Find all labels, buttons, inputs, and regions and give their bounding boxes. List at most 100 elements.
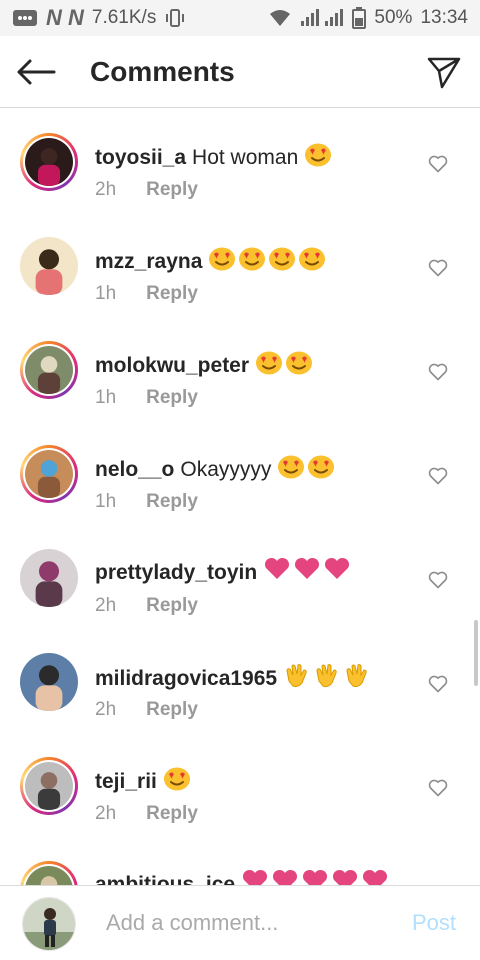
comment-line: molokwu_peter	[95, 349, 313, 382]
pink-heart-emoji-icon	[323, 557, 351, 588]
like-heart-icon[interactable]	[428, 675, 448, 693]
comment-compose-bar: Add a comment... Post	[0, 885, 480, 960]
post-button[interactable]: Post	[412, 910, 456, 936]
heart-eyes-emoji-icon	[268, 245, 296, 278]
back-arrow-icon[interactable]	[16, 58, 56, 86]
clap-emoji-icon	[313, 661, 341, 696]
clap-emoji-group	[283, 661, 371, 696]
pink-heart-emoji-icon	[361, 869, 389, 885]
avatar[interactable]	[20, 861, 78, 885]
comment-input[interactable]: Add a comment...	[106, 910, 278, 936]
avatar[interactable]	[20, 341, 78, 399]
comment-timestamp: 2h	[95, 699, 117, 720]
carrier-marks: N N	[46, 5, 84, 30]
battery-percent: 50%	[374, 7, 413, 28]
comment-username[interactable]: molokwu_peter	[95, 353, 249, 379]
like-heart-icon[interactable]	[428, 571, 448, 589]
wifi-icon	[268, 8, 292, 28]
reply-button[interactable]: Reply	[146, 179, 198, 201]
comment-row[interactable]: teji_rii 2h Reply	[0, 733, 480, 837]
reply-button[interactable]: Reply	[146, 283, 198, 305]
heart-eyes-emoji-group	[255, 349, 313, 382]
comment-row[interactable]: nelo__o Okayyyyy 1h Reply	[0, 421, 480, 525]
comment-line: mzz_rayna	[95, 245, 326, 278]
pink-heart-emoji-icon	[301, 869, 329, 885]
avatar[interactable]	[20, 549, 78, 607]
heart-eyes-emoji-icon	[208, 245, 236, 278]
vibrate-icon	[164, 7, 186, 29]
clock: 13:34	[420, 7, 468, 28]
pink-heart-emoji-icon	[263, 557, 291, 588]
avatar[interactable]	[20, 445, 78, 503]
comment-meta: 1h Reply	[95, 387, 198, 409]
heart-eyes-emoji-icon	[307, 453, 335, 486]
pink-heart-emoji-icon	[293, 557, 321, 588]
reply-button[interactable]: Reply	[146, 803, 198, 825]
comment-line: toyosii_a Hot woman	[95, 141, 332, 174]
reply-button[interactable]: Reply	[146, 595, 198, 617]
comment-timestamp: 1h	[95, 387, 117, 408]
network-speed: 7.61K/s	[91, 7, 157, 28]
heart-eyes-emoji-group	[304, 141, 332, 174]
clap-emoji-icon	[283, 661, 311, 696]
heart-eyes-emoji-icon	[238, 245, 266, 278]
comment-row[interactable]: molokwu_peter 1h Reply	[0, 317, 480, 421]
comment-timestamp: 2h	[95, 803, 117, 824]
comment-line: ambitious_ice	[95, 869, 389, 885]
battery-icon	[352, 7, 367, 29]
comment-meta: 1h Reply	[95, 491, 198, 513]
reply-button[interactable]: Reply	[146, 387, 198, 409]
comment-row[interactable]: milidragovica1965 2h Reply	[0, 629, 480, 733]
comment-username[interactable]: nelo__o	[95, 457, 174, 483]
page-title: Comments	[90, 56, 235, 87]
comment-row[interactable]: ambitious_ice	[0, 837, 480, 885]
comment-username[interactable]: teji_rii	[95, 769, 157, 795]
reply-button[interactable]: Reply	[146, 491, 198, 513]
heart-eyes-emoji-group	[208, 245, 326, 278]
heart-eyes-emoji-icon	[285, 349, 313, 382]
like-heart-icon[interactable]	[428, 779, 448, 797]
avatar[interactable]	[20, 653, 78, 711]
heart-eyes-emoji-icon	[277, 453, 305, 486]
avatar	[22, 897, 76, 951]
comment-username[interactable]: prettylady_toyin	[95, 560, 257, 586]
comment-line: teji_rii	[95, 765, 191, 798]
clap-emoji-icon	[343, 661, 371, 696]
like-heart-icon[interactable]	[428, 155, 448, 173]
comment-row[interactable]: mzz_rayna 1h Reply	[0, 213, 480, 317]
comment-meta: 2h Reply	[95, 179, 198, 201]
comment-meta: 2h Reply	[95, 699, 198, 721]
comment-line: milidragovica1965	[95, 661, 371, 696]
heart-eyes-emoji-group	[277, 453, 335, 486]
comments-header: Comments	[0, 36, 480, 108]
comment-text: Hot woman	[192, 145, 299, 169]
avatar[interactable]	[20, 757, 78, 815]
avatar[interactable]	[20, 133, 78, 191]
comment-timestamp: 1h	[95, 283, 117, 304]
pink-heart-emoji-icon	[241, 869, 269, 885]
avatar[interactable]	[20, 237, 78, 295]
comment-row[interactable]: toyosii_a Hot woman 2h Reply	[0, 109, 480, 213]
scrollbar[interactable]	[474, 620, 478, 686]
heart-eyes-emoji-icon	[163, 765, 191, 798]
comment-username[interactable]: mzz_rayna	[95, 249, 202, 275]
comment-username[interactable]: milidragovica1965	[95, 666, 277, 692]
like-heart-icon[interactable]	[428, 259, 448, 277]
comment-meta: 2h Reply	[95, 595, 198, 617]
comment-list[interactable]: toyosii_a Hot woman 2h Reply mzz_rayna 1h Repl…	[0, 109, 480, 885]
heart-eyes-emoji-icon	[255, 349, 283, 382]
comment-username[interactable]: ambitious_ice	[95, 872, 235, 886]
reply-button[interactable]: Reply	[146, 699, 198, 721]
comment-username[interactable]: toyosii_a	[95, 145, 186, 171]
comment-row[interactable]: prettylady_toyin 2h Reply	[0, 525, 480, 629]
comment-line: nelo__o Okayyyyy	[95, 453, 335, 486]
like-heart-icon[interactable]	[428, 363, 448, 381]
status-bar: N N 7.61K/s 50% 13:34	[0, 0, 480, 36]
paper-plane-icon[interactable]	[426, 54, 462, 90]
like-heart-icon[interactable]	[428, 467, 448, 485]
comment-line: prettylady_toyin	[95, 557, 351, 588]
comment-meta: 1h Reply	[95, 283, 198, 305]
comment-timestamp: 2h	[95, 179, 117, 200]
comment-timestamp: 1h	[95, 491, 117, 512]
heart-eyes-emoji-icon	[304, 141, 332, 174]
